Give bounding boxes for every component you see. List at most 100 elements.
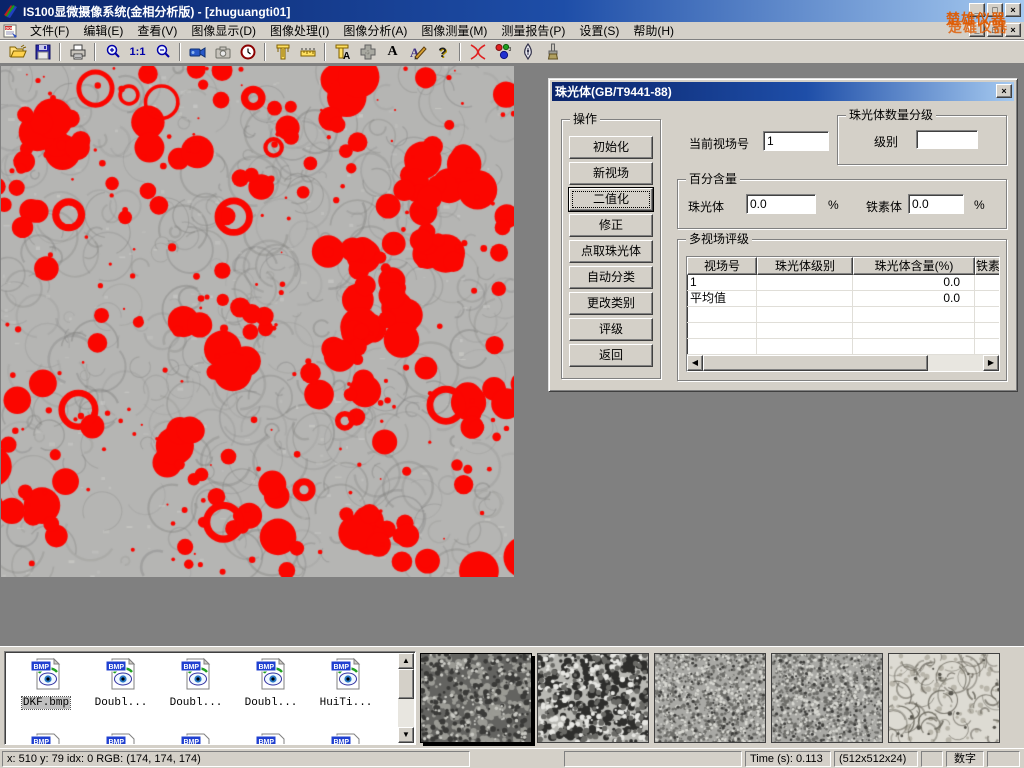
bmp-file-icon: BMP xyxy=(29,732,63,745)
svg-text:BMP: BMP xyxy=(259,664,275,671)
menu-image-processing[interactable]: 图像处理(I) xyxy=(263,21,336,40)
file-name[interactable]: Doubl... xyxy=(169,697,224,709)
caliper-button[interactable] xyxy=(270,41,295,63)
file-item[interactable]: BMP DKF.bmp xyxy=(11,657,81,709)
scroll-down-button[interactable]: ▼ xyxy=(398,727,414,743)
percent-group-label: 百分含量 xyxy=(686,172,740,186)
pick-pearlite-button[interactable]: 点取珠光体 xyxy=(569,240,653,263)
svg-text:3: 3 xyxy=(508,47,511,53)
status-image-size: (512x512x24) xyxy=(834,751,918,767)
file-item[interactable]: BMP Doubl... xyxy=(161,657,231,709)
svg-text:BMP: BMP xyxy=(184,664,200,671)
gallery-bar: BMP DKF.bmp BMP Doubl... xyxy=(0,646,1024,748)
cell-pearlite-content: 0.0 xyxy=(853,291,975,307)
rate-button[interactable]: 评级 xyxy=(569,318,653,341)
pen-button[interactable] xyxy=(515,41,540,63)
curve-erase-button[interactable] xyxy=(465,41,490,63)
grade-input[interactable] xyxy=(916,130,978,149)
workspace: 珠光体(GB/T9441-88) × 操作 初始化 新视场 二值化 修正 点取珠… xyxy=(0,64,1024,646)
status-cursor-info: x: 510 y: 79 idx: 0 RGB: (174, 174, 174) xyxy=(2,751,470,767)
menu-view[interactable]: 查看(V) xyxy=(130,21,184,40)
file-item[interactable]: BMP xyxy=(161,732,231,745)
svg-text:A: A xyxy=(343,51,350,61)
print-button[interactable] xyxy=(65,41,90,63)
table-horizontal-scrollbar: ◀ ▶ xyxy=(687,355,999,371)
menu-measure-report[interactable]: 测量报告(P) xyxy=(494,21,572,40)
menu-image-measure[interactable]: 图像测量(M) xyxy=(414,21,494,40)
vertical-scroll-thumb[interactable] xyxy=(398,669,414,699)
snapshot-button[interactable] xyxy=(210,41,235,63)
gallery-thumbnail[interactable] xyxy=(420,653,532,743)
menu-image-display[interactable]: 图像显示(D) xyxy=(184,21,263,40)
grade-group: 珠光体数量分级 级别 xyxy=(837,115,1007,165)
file-item[interactable]: BMP Doubl... xyxy=(86,657,156,709)
table-row[interactable]: 1 0.0 xyxy=(687,275,1000,291)
scroll-up-button[interactable]: ▲ xyxy=(398,653,414,669)
file-name[interactable]: Doubl... xyxy=(244,697,299,709)
menu-edit[interactable]: 编辑(E) xyxy=(76,21,130,40)
dialog-close-button[interactable]: × xyxy=(996,84,1012,98)
table-header-row: 视场号 珠光体级别 珠光体含量(%) 铁素体含量(%) xyxy=(687,257,1000,275)
menu-file[interactable]: 文件(F) xyxy=(23,21,76,40)
file-name[interactable]: Doubl... xyxy=(94,697,149,709)
gallery-thumbnail[interactable] xyxy=(771,653,883,743)
text-edit-button[interactable]: A xyxy=(405,41,430,63)
scroll-left-button[interactable]: ◀ xyxy=(687,355,703,371)
cell-pearlite-grade xyxy=(757,291,853,307)
timer-button[interactable] xyxy=(235,41,260,63)
svg-text:BMP: BMP xyxy=(109,664,125,671)
video-capture-button[interactable] xyxy=(185,41,210,63)
pearlite-percent-input[interactable] xyxy=(746,194,816,214)
ferrite-label: 铁素体 xyxy=(866,198,902,215)
file-item[interactable]: BMP HuiTi... xyxy=(311,657,381,709)
table-row-empty xyxy=(687,323,1000,339)
file-item[interactable]: BMP Doubl... xyxy=(236,657,306,709)
menu-settings[interactable]: 设置(S) xyxy=(572,21,626,40)
ruler-button[interactable] xyxy=(295,41,320,63)
classify-balls-button[interactable]: 3 xyxy=(490,41,515,63)
gallery-thumbnail[interactable] xyxy=(654,653,766,743)
open-file-button[interactable] xyxy=(5,41,30,63)
save-button[interactable] xyxy=(30,41,55,63)
zoom-out-button[interactable] xyxy=(150,41,175,63)
menu-help[interactable]: 帮助(H) xyxy=(626,21,681,40)
specimen-image[interactable] xyxy=(1,66,514,577)
dialog-title-bar[interactable]: 珠光体(GB/T9441-88) × xyxy=(552,82,1014,101)
col-field-number[interactable]: 视场号 xyxy=(687,257,757,275)
text-button[interactable]: A xyxy=(380,41,405,63)
close-button[interactable]: × xyxy=(1005,3,1021,17)
file-name[interactable]: DKF.bmp xyxy=(22,697,70,709)
file-name[interactable]: HuiTi... xyxy=(319,697,374,709)
binarize-button[interactable]: 二值化 xyxy=(569,188,653,211)
initialize-button[interactable]: 初始化 xyxy=(569,136,653,159)
col-ferrite-content[interactable]: 铁素体含量(%) xyxy=(975,257,1000,275)
help-button[interactable]: ? xyxy=(430,41,455,63)
pearlite-dialog: 珠光体(GB/T9441-88) × 操作 初始化 新视场 二值化 修正 点取珠… xyxy=(548,78,1018,392)
auto-classify-button[interactable]: 自动分类 xyxy=(569,266,653,289)
actual-size-button[interactable]: 1:1 xyxy=(125,41,150,63)
scroll-track[interactable] xyxy=(928,355,983,371)
merge-button[interactable] xyxy=(355,41,380,63)
gallery-thumbnail[interactable] xyxy=(537,653,649,743)
brush-icon xyxy=(546,43,560,61)
col-pearlite-grade[interactable]: 珠光体级别 xyxy=(757,257,853,275)
new-field-button[interactable]: 新视场 xyxy=(569,162,653,185)
measure-label-button[interactable]: A xyxy=(330,41,355,63)
brush-button[interactable] xyxy=(540,41,565,63)
col-pearlite-content[interactable]: 珠光体含量(%) xyxy=(853,257,975,275)
correct-button[interactable]: 修正 xyxy=(569,214,653,237)
file-item[interactable]: BMP xyxy=(86,732,156,745)
file-item[interactable]: BMP xyxy=(311,732,381,745)
file-item[interactable]: BMP xyxy=(11,732,81,745)
menu-image-analysis[interactable]: 图像分析(A) xyxy=(336,21,414,40)
file-item[interactable]: BMP xyxy=(236,732,306,745)
current-field-input[interactable] xyxy=(763,131,829,151)
horizontal-scroll-thumb[interactable] xyxy=(703,355,928,371)
zoom-in-button[interactable] xyxy=(100,41,125,63)
return-button[interactable]: 返回 xyxy=(569,344,653,367)
change-class-button[interactable]: 更改类别 xyxy=(569,292,653,315)
scroll-right-button[interactable]: ▶ xyxy=(983,355,999,371)
ferrite-percent-input[interactable] xyxy=(908,194,964,214)
table-row[interactable]: 平均值 0.0 xyxy=(687,291,1000,307)
gallery-thumbnail[interactable] xyxy=(888,653,1000,743)
